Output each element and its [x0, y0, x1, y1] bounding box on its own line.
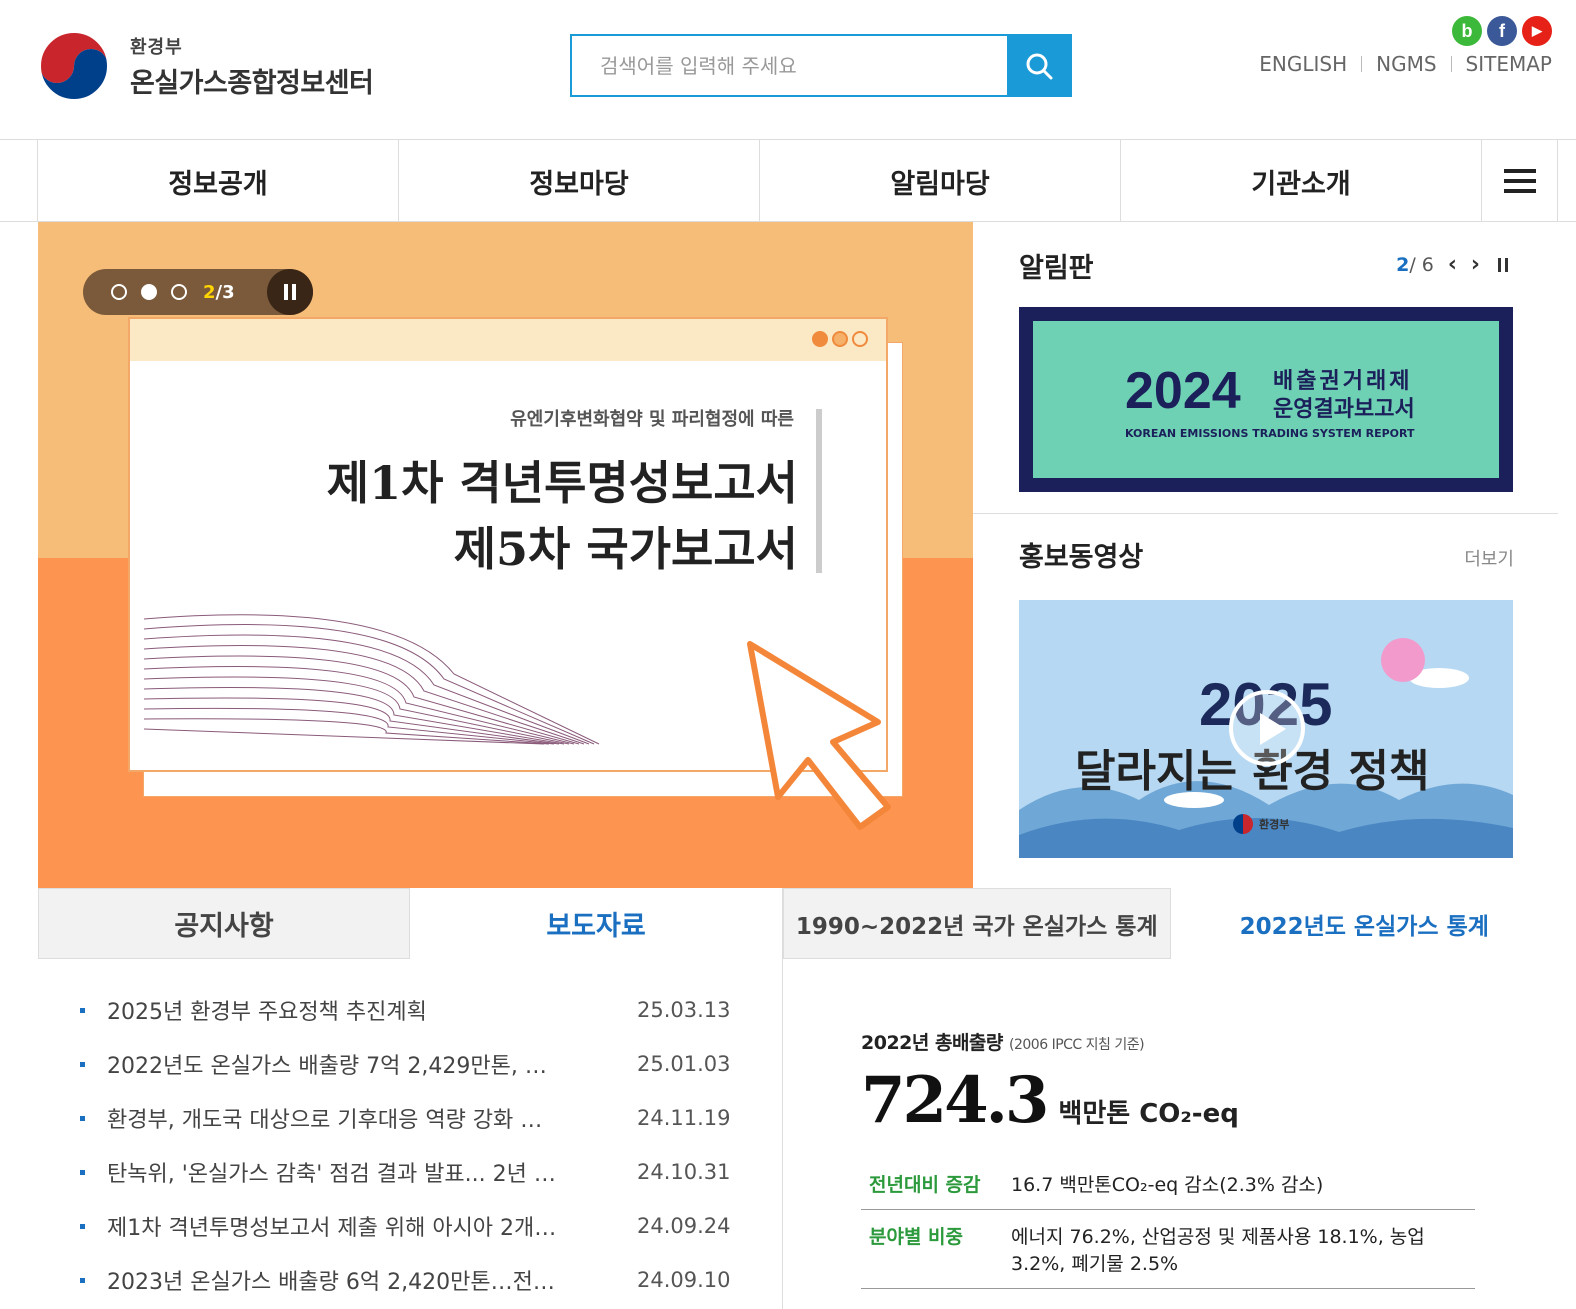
banner-title-line2: 제5차 국가보고서	[453, 522, 798, 576]
search-box	[570, 34, 1072, 97]
facebook-icon[interactable]: f	[1487, 16, 1517, 46]
banner-image-title2: 운영결과보고서	[1273, 397, 1415, 422]
hamburger-icon	[1503, 169, 1536, 193]
blog-icon[interactable]: b	[1452, 16, 1482, 46]
table-row: 분야별 비중 에너지 76.2%, 산업공정 및 제품사용 18.1%, 농업 …	[861, 1209, 1475, 1289]
promo-video-thumbnail[interactable]: 2025 달라지는 환경 정책 환경부	[1019, 600, 1513, 858]
cursor-arrow-icon	[747, 641, 891, 830]
banner-image-year: 2024	[1125, 362, 1241, 420]
tab-press-releases[interactable]: 보도자료	[410, 888, 782, 959]
tab-national-statistics[interactable]: 1990~2022년 국가 온실가스 통계	[783, 888, 1171, 959]
news-list: 2025년 환경부 주요정책 추진계획 25.03.13 2022년도 온실가스 …	[38, 983, 782, 1307]
video-image-logo: 환경부	[1233, 814, 1289, 834]
nav-item-notice-plaza[interactable]: 알림마당	[759, 140, 1120, 222]
english-link[interactable]: ENGLISH	[1259, 52, 1347, 76]
bullet-icon	[80, 1061, 85, 1067]
statistics-tabs: 1990~2022년 국가 온실가스 통계 2022년도 온실가스 통계 202…	[783, 888, 1558, 1309]
slide-counter: 2/3	[203, 281, 235, 303]
utility-links: ENGLISH NGMS SITEMAP	[1259, 52, 1552, 76]
sitemap-link[interactable]: SITEMAP	[1466, 52, 1552, 76]
notice-board: 알림판 2 / 6 ‹ › 2024 배출권거래제 운영결과보고서 KOREAN…	[973, 222, 1558, 514]
bullet-icon	[80, 1223, 85, 1229]
table-row: 전년대비 증감 16.7 백만톤CO₂-eq 감소(2.3% 감소)	[861, 1158, 1475, 1210]
youtube-icon[interactable]: ▶	[1522, 16, 1552, 46]
slider-pause-button[interactable]	[267, 269, 313, 315]
pause-icon	[284, 284, 288, 300]
board-pause-button[interactable]	[1496, 257, 1510, 272]
slide-dot-3[interactable]	[171, 284, 187, 300]
sun-icon	[1381, 638, 1425, 682]
notice-board-banner[interactable]: 2024 배출권거래제 운영결과보고서 KOREAN EMISSIONS TRA…	[1019, 307, 1513, 492]
window-dot-icon	[832, 331, 848, 347]
right-column: 알림판 2 / 6 ‹ › 2024 배출권거래제 운영결과보고서 KOREAN…	[973, 222, 1558, 888]
site-name: 온실가스종합정보센터	[130, 67, 374, 99]
play-icon[interactable]	[1229, 690, 1305, 766]
divider	[1450, 56, 1452, 72]
list-item[interactable]: 제1차 격년투명성보고서 제출 위해 아시아 2개국과 협력24.09.24	[80, 1199, 782, 1253]
window-dot-icon	[852, 331, 868, 347]
all-menu-button[interactable]	[1481, 140, 1558, 222]
window-dot-icon	[812, 331, 828, 347]
board-page-current: 2	[1396, 253, 1410, 276]
book-pages-icon	[144, 614, 600, 745]
site-logo[interactable]: 환경부 온실가스종합정보센터	[36, 28, 374, 104]
banner-subtitle: 유엔기후변화협약 및 파리협정에 따른	[510, 409, 794, 430]
notice-board-controls: 2 / 6 ‹ ›	[1396, 252, 1510, 277]
nav-item-about[interactable]: 기관소개	[1120, 140, 1481, 222]
list-item[interactable]: 2023년 온실가스 배출량 6억 2,420만톤…전년 대비 감소24.09.…	[80, 1253, 782, 1307]
ministry-emblem-icon	[38, 30, 110, 102]
slide-dot-1[interactable]	[111, 284, 127, 300]
ngms-link[interactable]: NGMS	[1376, 52, 1436, 76]
emission-statistics: 2022년 총배출량 (2006 IPCC 지침 기준) 724.3 백만톤 C…	[861, 1028, 1481, 1289]
nav-item-info-plaza[interactable]: 정보마당	[398, 140, 759, 222]
tab-2022-statistics[interactable]: 2022년도 온실가스 통계	[1170, 888, 1558, 959]
next-arrow-icon[interactable]: ›	[1471, 252, 1480, 277]
search-button[interactable]	[1007, 36, 1070, 95]
nav-item-info-disclosure[interactable]: 정보공개	[37, 140, 398, 222]
ministry-name: 환경부	[130, 36, 183, 58]
news-tabs: 공지사항 보도자료 2025년 환경부 주요정책 추진계획 25.03.13 20…	[38, 888, 783, 1309]
bullet-icon	[80, 1115, 85, 1121]
bullet-icon	[80, 1277, 85, 1283]
header: 환경부 온실가스종합정보센터 b f ▶ ENGLISH NGMS SITEMA…	[0, 0, 1576, 140]
board-page-total: / 6	[1409, 253, 1434, 276]
bullet-icon	[80, 1007, 85, 1013]
tab-notices[interactable]: 공지사항	[38, 888, 410, 959]
divider	[1361, 56, 1363, 72]
promo-video-section: 홍보동영상 더보기 2025 달라지는 환경 정책 환경부	[973, 515, 1558, 888]
slider-controls: 2/3	[83, 269, 313, 315]
stat-value: 724.3 백만톤 CO₂-eq	[861, 1063, 1239, 1138]
main-nav: 정보공개 정보마당 알림마당 기관소개	[0, 139, 1576, 222]
prev-arrow-icon[interactable]: ‹	[1448, 252, 1457, 277]
promo-video-title: 홍보동영상	[1019, 542, 1144, 573]
list-item[interactable]: 2025년 환경부 주요정책 추진계획 25.03.13	[80, 983, 782, 1037]
search-input[interactable]	[572, 36, 1007, 95]
bullet-icon	[80, 1169, 85, 1175]
search-icon	[1026, 53, 1052, 79]
list-item[interactable]: 환경부, 개도국 대상으로 기후대응 역량 강화 지원 24.11.19	[80, 1091, 782, 1145]
more-link[interactable]: 더보기	[1464, 545, 1514, 571]
ministry-emblem-icon	[1233, 814, 1253, 834]
banner-title-line1: 제1차 격년투명성보고서	[326, 456, 798, 510]
stat-table: 전년대비 증감 16.7 백만톤CO₂-eq 감소(2.3% 감소) 분야별 비…	[861, 1158, 1475, 1289]
main-banner[interactable]: 유엔기후변화협약 및 파리협정에 따른 제1차 격년투명성보고서 제5차 국가보…	[38, 222, 973, 888]
list-item[interactable]: 2022년도 온실가스 배출량 7억 2,429만톤, 전년 대비 2.3% 감…	[80, 1037, 782, 1091]
slide-dot-2[interactable]	[141, 284, 157, 300]
sns-links: b f ▶	[1452, 16, 1552, 46]
banner-image-english: KOREAN EMISSIONS TRADING SYSTEM REPORT	[1125, 427, 1415, 440]
stat-label: 2022년 총배출량 (2006 IPCC 지침 기준)	[861, 1032, 1145, 1054]
list-item[interactable]: 탄녹위, '온실가스 감축' 점검 결과 발표... 2년 연속 감소24.10…	[80, 1145, 782, 1199]
notice-board-title: 알림판	[1019, 253, 1094, 284]
